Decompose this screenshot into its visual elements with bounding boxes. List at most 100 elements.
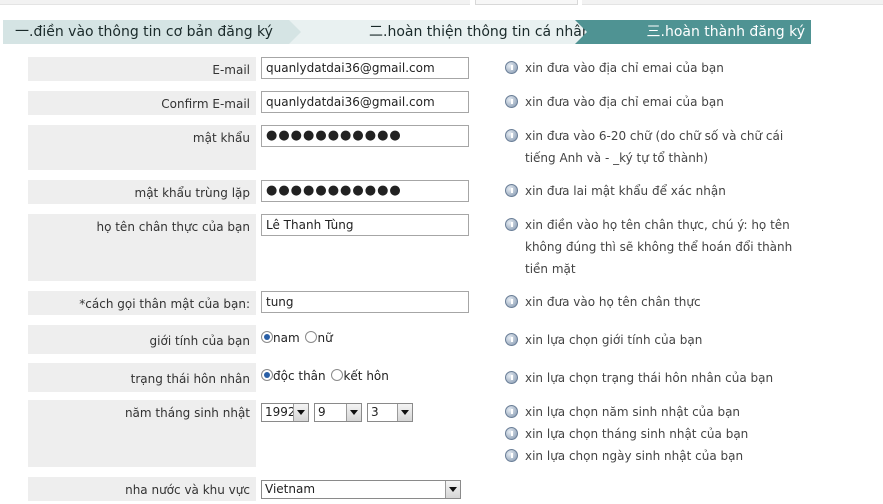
birthday-label: năm tháng sinh nhật [124, 406, 250, 420]
registration-steps: 一.điền vào thông tin cơ bản đăng ký 二.ho… [3, 20, 811, 44]
marital-radio-group: độc thân kết hôn [261, 369, 391, 383]
birth-day-select[interactable]: 3 [367, 403, 413, 422]
gender-label-cell: giới tính của bạn [28, 325, 256, 354]
nickname-row: *cách gọi thân mật của bạn: xin đưa vào … [28, 291, 768, 315]
gender-hint: xin lựa chọn giới tính của bạn [503, 329, 773, 351]
password-repeat-label: mật khẩu trùng lặp [134, 186, 250, 200]
country-select[interactable]: Vietnam [261, 480, 461, 499]
top-strip-segment [0, 0, 470, 5]
email-row: E-mail xin đưa vào địa chỉ emai của bạn [28, 57, 768, 81]
step-personal-info: 二.hoàn thiện thông tin cá nhân [289, 20, 589, 44]
email-field[interactable] [261, 57, 469, 79]
step-complete: 三.hoàn thành đăng ký [575, 20, 811, 44]
gender-female-label[interactable]: nữ [317, 331, 332, 345]
hint-text: xin đưa vào họ tên chân thực [525, 295, 701, 309]
step-label: 二.hoàn thiện thông tin cá nhân [369, 24, 591, 40]
email-label-cell: E-mail [28, 57, 256, 81]
real-name-hint: xin điền vào họ tên chân thực, chú ý: họ… [503, 214, 792, 280]
country-value: Vietnam [265, 482, 316, 496]
chevron-down-icon[interactable] [293, 404, 308, 421]
gender-female-radio[interactable] [305, 331, 318, 343]
country-label: nha nước và khu vực [125, 483, 250, 497]
password-repeat-hint: xin đưa lai mật khẩu để xác nhận [503, 180, 773, 202]
confirm-email-field[interactable] [261, 91, 469, 113]
hint-text: xin lựa chọn năm sinh nhật của bạn [525, 405, 741, 419]
password-hint: xin đưa vào 6-20 chữ (do chữ số và chữ c… [503, 125, 783, 169]
birth-year-value: 1992 [265, 405, 296, 419]
marital-married-label[interactable]: kết hôn [343, 369, 388, 383]
step-label: 三.hoàn thành đăng ký [646, 24, 806, 40]
real-name-row: họ tên chân thực của bạn xin điền vào họ… [28, 214, 792, 281]
hint-text: tiền mặt [525, 262, 576, 276]
marital-label-cell: trạng thái hôn nhân [28, 363, 256, 392]
info-icon [505, 371, 518, 384]
password-field[interactable]: ●●●●●●●●●●● [261, 125, 469, 147]
nickname-field[interactable] [261, 291, 469, 313]
birth-year-select[interactable]: 1992 [261, 403, 309, 422]
hint-text: xin điền vào họ tên chân thực, chú ý: họ… [525, 218, 790, 232]
nickname-label-cell: *cách gọi thân mật của bạn: [28, 291, 256, 315]
password-row: mật khẩu ●●●●●●●●●●● xin đưa vào 6-20 ch… [28, 125, 783, 170]
gender-male-radio[interactable] [261, 331, 273, 343]
confirm-email-hint: xin đưa vào địa chỉ emai của bạn [503, 91, 773, 113]
password-repeat-field[interactable]: ●●●●●●●●●●● [261, 180, 469, 202]
gender-radio-group: nam nữ [261, 331, 335, 345]
info-icon [505, 295, 518, 308]
birth-day-value: 3 [371, 405, 379, 419]
marital-single-label[interactable]: độc thân [273, 369, 326, 383]
marital-married-radio[interactable] [331, 369, 344, 381]
info-icon [505, 95, 518, 108]
real-name-label-cell: họ tên chân thực của bạn [28, 214, 256, 281]
top-strip [0, 0, 883, 14]
gender-label: giới tính của bạn [149, 334, 250, 348]
email-label: E-mail [212, 63, 250, 77]
info-icon [505, 427, 518, 440]
nickname-hint: xin đưa vào họ tên chân thực [503, 291, 773, 313]
hint-text: tiếng Anh và - _ký tự tổ thành) [525, 151, 709, 165]
country-row: nha nước và khu vực Vietnam [28, 477, 768, 501]
step-basic-info: 一.điền vào thông tin cơ bản đăng ký [3, 20, 303, 44]
chevron-down-icon[interactable] [445, 481, 460, 498]
hint-text: xin lựa chọn ngày sinh nhật của bạn [525, 449, 744, 463]
gender-row: giới tính của bạn nam nữ xin lựa chọn gi… [28, 325, 768, 354]
marital-row: trạng thái hôn nhân độc thân kết hôn xin… [28, 363, 773, 392]
marital-single-radio[interactable] [261, 369, 273, 381]
info-icon [505, 184, 518, 197]
password-repeat-label-cell: mật khẩu trùng lặp [28, 180, 256, 204]
confirm-email-label-cell: Confirm E-mail [28, 91, 256, 115]
info-icon [505, 218, 518, 231]
info-icon [505, 333, 518, 346]
password-label-cell: mật khẩu [28, 125, 256, 170]
confirm-email-label: Confirm E-mail [161, 97, 250, 111]
country-label-cell: nha nước và khu vực [28, 477, 256, 501]
hint-text: xin đưa vào địa chỉ emai của bạn [525, 95, 724, 109]
hint-text: xin lựa chọn tháng sinh nhật của bạn [525, 427, 749, 441]
top-strip-segment [475, 0, 578, 5]
real-name-label: họ tên chân thực của bạn [96, 220, 250, 234]
info-icon [505, 405, 518, 418]
email-hint: xin đưa vào địa chỉ emai của bạn [503, 57, 773, 79]
hint-text: xin đưa lai mật khẩu để xác nhận [525, 184, 726, 198]
chevron-down-icon[interactable] [346, 404, 361, 421]
info-icon [505, 61, 518, 74]
hint-text: không đúng thì sẽ không thể hoán đổi thà… [525, 240, 793, 254]
step-label: 一.điền vào thông tin cơ bản đăng ký [15, 24, 273, 40]
info-icon [505, 129, 518, 142]
password-repeat-row: mật khẩu trùng lặp ●●●●●●●●●●● xin đưa l… [28, 180, 768, 204]
chevron-down-icon[interactable] [397, 404, 412, 421]
hint-text: xin lựa chọn trạng thái hôn nhân của bạn [525, 371, 774, 385]
hint-text: xin đưa vào 6-20 chữ (do chữ số và chữ c… [525, 129, 784, 143]
birthday-hint: xin lựa chọn năm sinh nhật của bạn xin l… [503, 401, 773, 467]
birthday-row: năm tháng sinh nhật 1992 9 3 xin lựa chọ… [28, 400, 768, 467]
hint-text: xin đưa vào địa chỉ emai của bạn [525, 61, 724, 75]
gender-male-label[interactable]: nam [273, 331, 300, 345]
birth-month-select[interactable]: 9 [314, 403, 362, 422]
birth-month-value: 9 [318, 405, 326, 419]
password-label: mật khẩu [192, 131, 250, 145]
nickname-label: *cách gọi thân mật của bạn: [79, 297, 250, 311]
top-strip-segment [582, 0, 883, 5]
birthday-label-cell: năm tháng sinh nhật [28, 400, 256, 467]
hint-text: xin lựa chọn giới tính của bạn [525, 333, 703, 347]
info-icon [505, 449, 518, 462]
real-name-field[interactable] [261, 214, 469, 236]
